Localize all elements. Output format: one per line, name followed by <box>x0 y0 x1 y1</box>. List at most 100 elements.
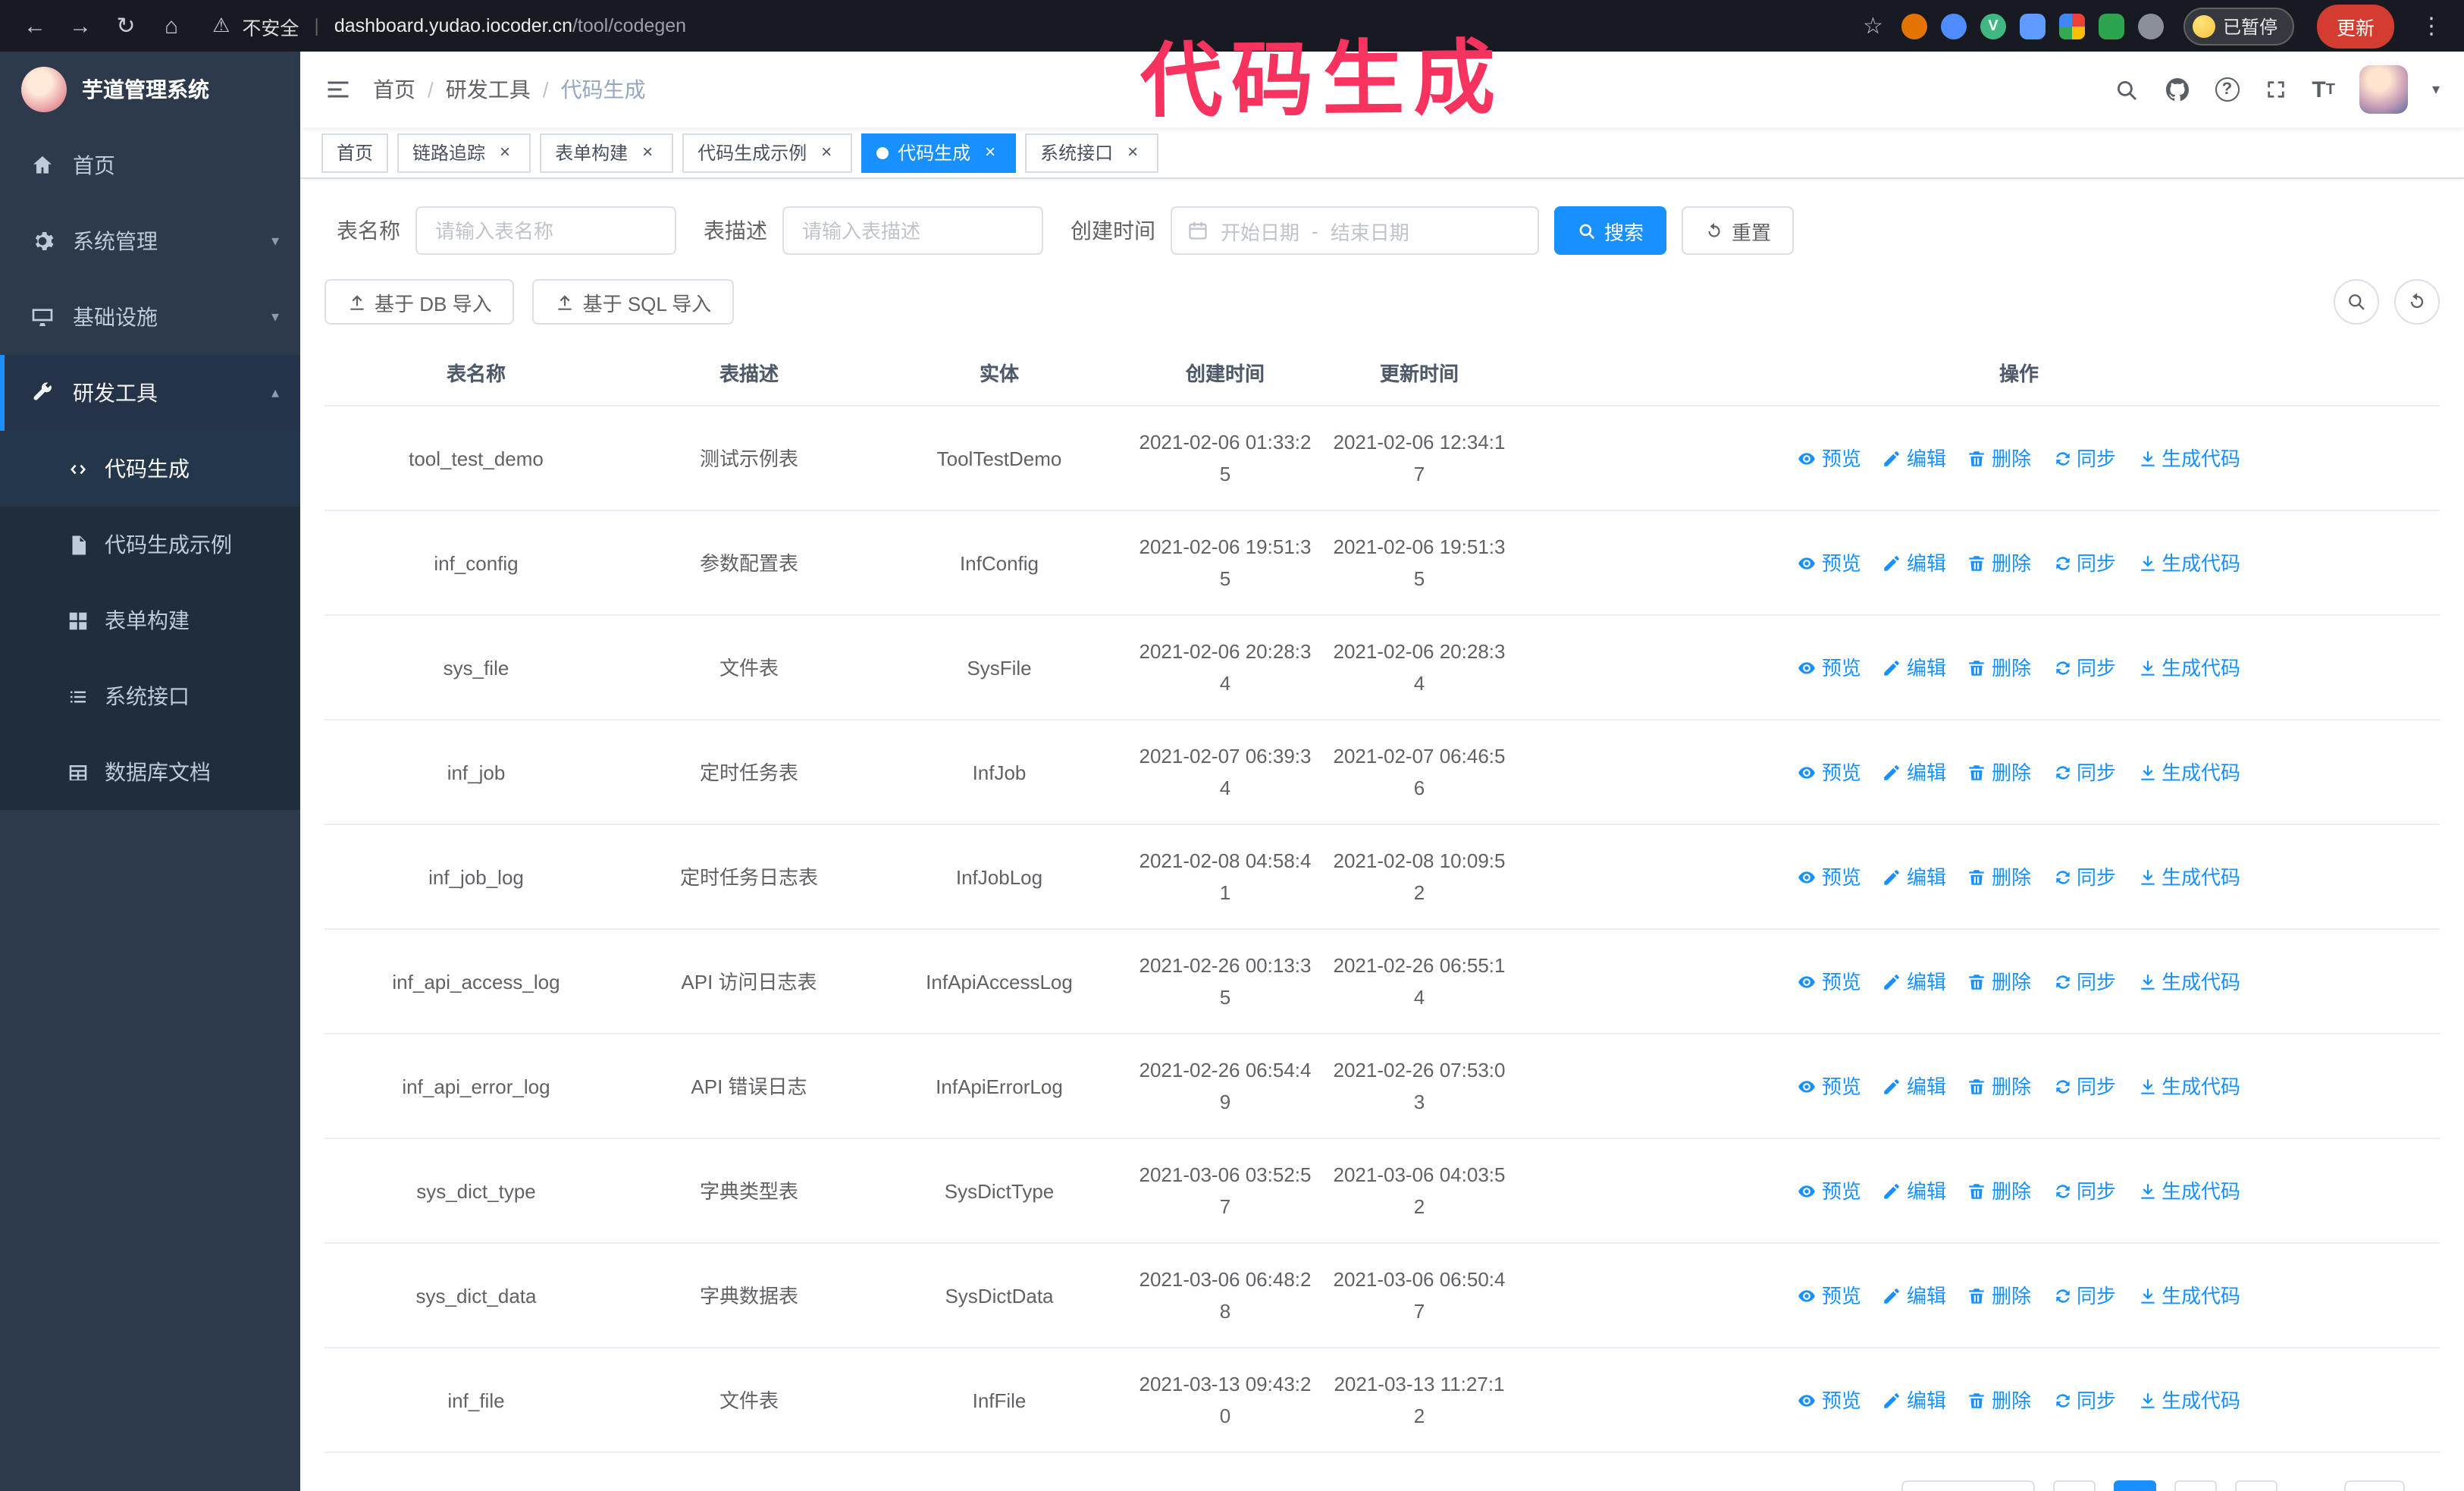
forward-icon[interactable]: → <box>61 6 100 46</box>
page-button-1[interactable]: 1 <box>2113 1480 2156 1491</box>
tab-home[interactable]: 首页 <box>321 133 389 172</box>
delete-link[interactable]: 删除 <box>1967 547 2031 579</box>
edit-link[interactable]: 编辑 <box>1882 861 1946 893</box>
tab-trace[interactable]: 链路追踪 × <box>397 133 531 172</box>
preview-link[interactable]: 预览 <box>1798 1279 1861 1311</box>
preview-link[interactable]: 预览 <box>1798 651 1861 683</box>
generate-code-link[interactable]: 生成代码 <box>2137 1279 2240 1311</box>
close-icon[interactable]: × <box>980 141 1001 163</box>
page-size-select[interactable]: 10条/页 ▾ <box>1901 1480 2035 1491</box>
edit-link[interactable]: 编辑 <box>1882 442 1946 474</box>
delete-link[interactable]: 删除 <box>1967 1175 2031 1207</box>
sync-link[interactable]: 同步 <box>2052 756 2116 788</box>
puzzle-extension-icon[interactable] <box>2137 13 2164 39</box>
extension-icon[interactable] <box>2098 13 2124 39</box>
help-icon[interactable]: ? <box>2215 77 2240 102</box>
delete-link[interactable]: 删除 <box>1967 1070 2031 1102</box>
edit-link[interactable]: 编辑 <box>1882 1175 1946 1207</box>
back-icon[interactable]: ← <box>15 6 55 46</box>
table-name-input[interactable] <box>415 206 676 255</box>
preview-link[interactable]: 预览 <box>1798 442 1861 474</box>
sync-link[interactable]: 同步 <box>2052 1070 2116 1102</box>
close-icon[interactable]: × <box>816 141 837 163</box>
preview-link[interactable]: 预览 <box>1798 547 1861 579</box>
search-icon[interactable] <box>2113 77 2139 102</box>
prev-page-button[interactable]: ‹ <box>2052 1480 2096 1491</box>
edit-link[interactable]: 编辑 <box>1882 1384 1946 1416</box>
sync-link[interactable]: 同步 <box>2052 965 2116 997</box>
generate-code-link[interactable]: 生成代码 <box>2137 1070 2240 1102</box>
goto-page-input[interactable] <box>2343 1480 2405 1491</box>
sidebar-item-api[interactable]: 系统接口 <box>0 658 300 734</box>
edit-link[interactable]: 编辑 <box>1882 651 1946 683</box>
edit-link[interactable]: 编辑 <box>1882 965 1946 997</box>
sync-link[interactable]: 同步 <box>2052 1279 2116 1311</box>
tab-codegen[interactable]: 代码生成 × <box>861 133 1017 172</box>
extension-icon[interactable] <box>1901 13 1927 39</box>
close-icon[interactable]: × <box>637 141 658 163</box>
user-menu-caret-icon[interactable]: ▾ <box>2432 81 2440 98</box>
generate-code-link[interactable]: 生成代码 <box>2137 1175 2240 1207</box>
generate-code-link[interactable]: 生成代码 <box>2137 1384 2240 1416</box>
address-bar[interactable]: ⚠ 不安全 | dashboard.yudao.iocoder.cn/tool/… <box>212 11 1895 40</box>
sidebar-item-system[interactable]: 系统管理 ▾ <box>0 203 300 279</box>
delete-link[interactable]: 删除 <box>1967 861 2031 893</box>
edit-link[interactable]: 编辑 <box>1882 547 1946 579</box>
sidebar-item-devtools[interactable]: 研发工具 ▴ <box>0 355 300 431</box>
sync-link[interactable]: 同步 <box>2052 547 2116 579</box>
edit-link[interactable]: 编辑 <box>1882 1070 1946 1102</box>
hamburger-icon[interactable] <box>324 76 352 103</box>
reset-button[interactable]: 重置 <box>1682 206 1795 255</box>
create-time-range-picker[interactable]: 开始日期 - 结束日期 <box>1171 206 1539 255</box>
sidebar-item-home[interactable]: 首页 <box>0 127 300 203</box>
import-db-button[interactable]: 基于 DB 导入 <box>324 279 515 325</box>
tab-form-builder[interactable]: 表单构建 × <box>540 133 674 172</box>
sidebar-item-infra[interactable]: 基础设施 ▾ <box>0 279 300 355</box>
generate-code-link[interactable]: 生成代码 <box>2137 442 2240 474</box>
font-size-icon[interactable]: TT <box>2312 77 2335 102</box>
fullscreen-icon[interactable] <box>2263 77 2287 102</box>
sync-link[interactable]: 同步 <box>2052 651 2116 683</box>
delete-link[interactable]: 删除 <box>1967 651 2031 683</box>
edit-link[interactable]: 编辑 <box>1882 1279 1946 1311</box>
edit-link[interactable]: 编辑 <box>1882 756 1946 788</box>
browser-menu-icon[interactable]: ⋮ <box>2408 12 2449 39</box>
vue-devtools-icon[interactable]: V <box>1980 13 2006 39</box>
generate-code-link[interactable]: 生成代码 <box>2137 547 2240 579</box>
sidebar-item-codegen[interactable]: 代码生成 <box>0 431 300 507</box>
preview-link[interactable]: 预览 <box>1798 861 1861 893</box>
delete-link[interactable]: 删除 <box>1967 756 2031 788</box>
sidebar-item-form-builder[interactable]: 表单构建 <box>0 582 300 658</box>
preview-link[interactable]: 预览 <box>1798 965 1861 997</box>
close-icon[interactable]: × <box>1122 141 1143 163</box>
user-avatar[interactable] <box>2359 65 2408 114</box>
generate-code-link[interactable]: 生成代码 <box>2137 965 2240 997</box>
bookmark-star-icon[interactable]: ☆ <box>1851 12 1895 39</box>
extension-icon[interactable] <box>2019 13 2045 39</box>
browser-update-button[interactable]: 更新 <box>2316 4 2394 48</box>
generate-code-link[interactable]: 生成代码 <box>2137 756 2240 788</box>
delete-link[interactable]: 删除 <box>1967 1279 2031 1311</box>
search-button[interactable]: 搜索 <box>1554 206 1667 255</box>
page-button-2[interactable]: 2 <box>2174 1480 2217 1491</box>
generate-code-link[interactable]: 生成代码 <box>2137 861 2240 893</box>
preview-link[interactable]: 预览 <box>1798 1175 1861 1207</box>
preview-link[interactable]: 预览 <box>1798 1384 1861 1416</box>
close-icon[interactable]: × <box>494 141 516 163</box>
sidebar-item-codegen-example[interactable]: 代码生成示例 <box>0 507 300 582</box>
sync-link[interactable]: 同步 <box>2052 1384 2116 1416</box>
table-desc-input[interactable] <box>782 206 1043 255</box>
delete-link[interactable]: 删除 <box>1967 442 2031 474</box>
extension-icon[interactable] <box>2058 13 2085 39</box>
extension-icon[interactable] <box>1940 13 1967 39</box>
reload-icon[interactable]: ↻ <box>106 6 146 46</box>
home-icon[interactable]: ⌂ <box>152 6 191 46</box>
next-page-button[interactable]: › <box>2234 1480 2277 1491</box>
tab-codegen-example[interactable]: 代码生成示例 × <box>682 133 853 172</box>
toggle-search-button[interactable] <box>2334 279 2379 325</box>
paused-badge[interactable]: 已暂停 <box>2183 7 2294 45</box>
generate-code-link[interactable]: 生成代码 <box>2137 651 2240 683</box>
preview-link[interactable]: 预览 <box>1798 1070 1861 1102</box>
refresh-table-button[interactable] <box>2394 279 2440 325</box>
sync-link[interactable]: 同步 <box>2052 1175 2116 1207</box>
